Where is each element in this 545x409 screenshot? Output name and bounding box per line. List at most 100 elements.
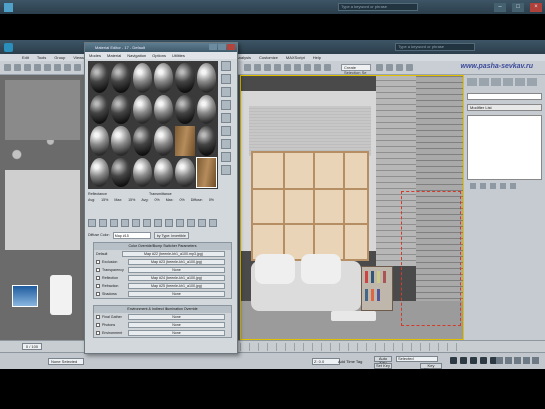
pan-icon[interactable]: [514, 357, 521, 364]
material-editor-icon[interactable]: [376, 64, 383, 71]
show-end-result-icon[interactable]: [480, 183, 486, 189]
select-icon[interactable]: [54, 64, 61, 71]
display-tab-icon[interactable]: [515, 78, 525, 86]
sample-slot[interactable]: [175, 126, 195, 156]
set-key-button[interactable]: Set Key: [374, 363, 392, 369]
override-map-button[interactable]: Map #24 (beenle-kh1_a100.jpg): [128, 275, 225, 281]
sample-slot[interactable]: [196, 94, 216, 124]
override-checkbox[interactable]: [96, 268, 100, 272]
menu-customize[interactable]: Customize: [259, 55, 278, 60]
sample-slot[interactable]: [111, 157, 131, 187]
menu-views[interactable]: Views: [73, 55, 84, 60]
material-editor-close-button[interactable]: [227, 44, 235, 50]
sample-slot[interactable]: [154, 126, 174, 156]
options-icon[interactable]: [221, 139, 231, 149]
key-mode-dropdown[interactable]: Selected: [396, 356, 438, 362]
hierarchy-tab-icon[interactable]: [491, 78, 501, 86]
redo-icon[interactable]: [14, 64, 21, 71]
sample-slot[interactable]: [175, 94, 195, 124]
configure-modifiers-icon[interactable]: [510, 183, 516, 189]
remove-modifier-icon[interactable]: [500, 183, 506, 189]
map-type-button[interactable]: by Type: Invertible: [153, 232, 189, 239]
next-frame-icon[interactable]: [480, 357, 487, 364]
sample-slot[interactable]: [196, 63, 216, 93]
sample-slot[interactable]: [132, 63, 152, 93]
track-ruler[interactable]: [240, 343, 462, 351]
video-color-check-icon[interactable]: [221, 113, 231, 123]
add-time-tag[interactable]: Add Time Tag: [338, 358, 372, 365]
sample-slot[interactable]: [111, 126, 131, 156]
angle-snap-icon[interactable]: [254, 64, 261, 71]
map-name-field[interactable]: Map #15: [112, 232, 151, 239]
env-map-button[interactable]: None: [128, 314, 225, 320]
override-map-button[interactable]: Map #25 (beenle-kh1_a100.jpg): [128, 283, 225, 289]
search-input[interactable]: Type a keyword or phrase: [338, 3, 418, 11]
sample-slot[interactable]: [175, 157, 195, 187]
environment-override-title[interactable]: Environment & Indirect Illumination Over…: [94, 306, 231, 313]
get-material-icon[interactable]: [88, 219, 96, 227]
render-icon[interactable]: [406, 64, 413, 71]
override-map-button[interactable]: None: [128, 291, 225, 297]
menu-edit[interactable]: Edit: [22, 55, 29, 60]
layer-icon[interactable]: [304, 64, 311, 71]
make-unique-icon[interactable]: [143, 219, 151, 227]
env-checkbox[interactable]: [96, 315, 100, 319]
sample-slot[interactable]: [132, 157, 152, 187]
key-filters-button[interactable]: Key Filters...: [420, 363, 442, 369]
override-checkbox[interactable]: [96, 260, 100, 264]
make-preview-icon[interactable]: [221, 126, 231, 136]
material-editor-minimize-button[interactable]: [209, 44, 217, 50]
color-override-title[interactable]: Color Override/Bump Switcher Parameters: [94, 243, 231, 250]
undo-icon[interactable]: [4, 64, 11, 71]
sample-slot[interactable]: [196, 126, 216, 156]
assign-to-selection-icon[interactable]: [110, 219, 118, 227]
minimize-button[interactable]: –: [494, 2, 506, 12]
object-name-field[interactable]: [467, 93, 542, 100]
med-menu-utilities[interactable]: Utilities: [172, 52, 185, 59]
render-setup-icon[interactable]: [386, 64, 393, 71]
backlight-icon[interactable]: [221, 74, 231, 84]
material-map-navigator-icon[interactable]: [221, 165, 231, 175]
motion-tab-icon[interactable]: [503, 78, 513, 86]
reset-map-icon[interactable]: [121, 219, 129, 227]
previous-frame-icon[interactable]: [460, 357, 467, 364]
menu-group[interactable]: Group: [54, 55, 65, 60]
med-menu-options[interactable]: Options: [152, 52, 166, 59]
override-checkbox[interactable]: [96, 292, 100, 296]
env-checkbox[interactable]: [96, 323, 100, 327]
med-menu-modes[interactable]: Modes: [89, 52, 101, 59]
modifier-stack[interactable]: [467, 115, 542, 180]
selection-set-dropdown[interactable]: Create Selection Se: [341, 64, 371, 75]
env-map-button[interactable]: None: [128, 330, 225, 336]
sample-slot[interactable]: [154, 94, 174, 124]
menu-help[interactable]: Help: [313, 55, 321, 60]
copy-material-icon[interactable]: [132, 219, 140, 227]
env-checkbox[interactable]: [96, 331, 100, 335]
spinner-snap-icon[interactable]: [274, 64, 281, 71]
snap-icon[interactable]: [244, 64, 251, 71]
time-slider[interactable]: 0 / 100: [0, 340, 545, 352]
pin-stack-icon[interactable]: [470, 183, 476, 189]
go-to-parent-icon[interactable]: [198, 219, 206, 227]
show-map-in-viewport-icon[interactable]: [176, 219, 184, 227]
zoom-all-icon[interactable]: [505, 357, 512, 364]
modifier-list-dropdown[interactable]: Modifier List: [467, 104, 542, 111]
z-coordinate-field[interactable]: Z: 0.0: [312, 358, 340, 365]
show-end-result-icon[interactable]: [187, 219, 195, 227]
sample-slot[interactable]: [175, 63, 195, 93]
override-map-button[interactable]: None: [128, 267, 225, 273]
curve-editor-icon[interactable]: [314, 64, 321, 71]
maximize-viewport-icon[interactable]: [532, 357, 539, 364]
unlink-icon[interactable]: [34, 64, 41, 71]
sample-type-icon[interactable]: [221, 61, 231, 71]
utilities-tab-icon[interactable]: [527, 78, 537, 86]
menu-tools[interactable]: Tools: [37, 55, 46, 60]
bind-icon[interactable]: [44, 64, 51, 71]
sample-slot[interactable]: [90, 94, 110, 124]
put-to-scene-icon[interactable]: [99, 219, 107, 227]
material-editor-maximize-button[interactable]: [218, 44, 226, 50]
maximize-button[interactable]: □: [512, 2, 524, 12]
select-by-name-icon[interactable]: [64, 64, 71, 71]
create-tab-icon[interactable]: [467, 78, 477, 86]
med-menu-material[interactable]: Material: [107, 52, 121, 59]
